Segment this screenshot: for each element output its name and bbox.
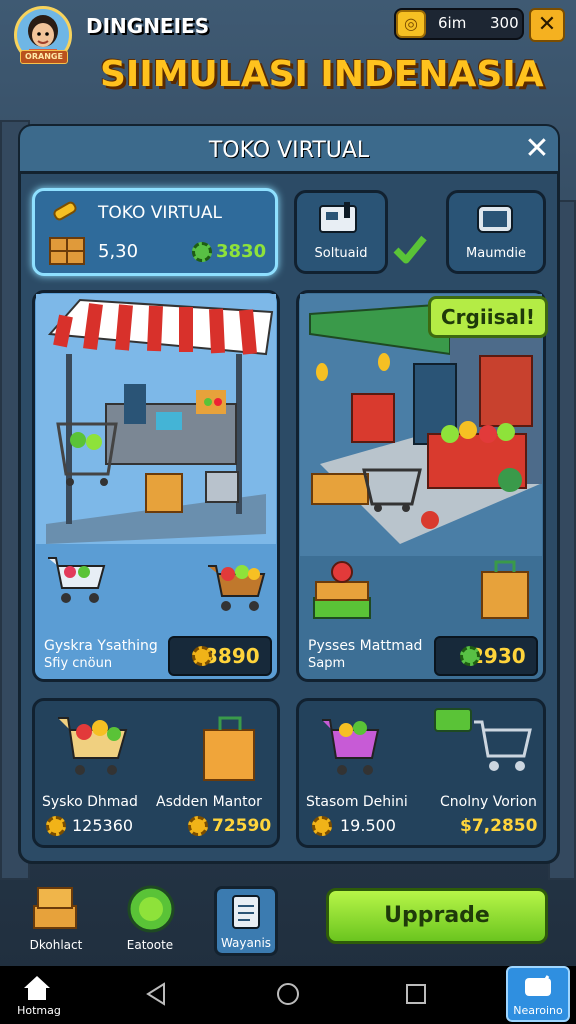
coin-icon — [46, 816, 66, 836]
nav-right-label: Nearoino — [513, 1004, 563, 1017]
currency-b-value: 300 — [490, 14, 519, 32]
cart-icon — [48, 557, 106, 603]
btn-dkohlact-label[interactable]: Dkohlact — [16, 938, 96, 952]
shop1-price: 3890 — [168, 636, 272, 676]
shop1-name-line2: Sfiy cnöun — [44, 656, 113, 671]
package-icon — [481, 560, 529, 619]
tab-soltuaid-label: Soltuaid — [314, 246, 368, 261]
green-face-icon[interactable] — [126, 884, 176, 934]
green-tag-icon — [434, 708, 472, 732]
item3-name: Stasom Dehini — [306, 794, 408, 810]
crate-icon — [49, 237, 85, 265]
item4-name: Cnolny Vorion — [440, 794, 537, 810]
recents-nav-icon[interactable] — [404, 982, 428, 1006]
item4-price: $7,2850 — [460, 816, 538, 836]
home-icon — [24, 976, 50, 1000]
game-controller-icon — [525, 975, 551, 996]
shop2-badge: Crgiisal! — [428, 296, 548, 338]
top-bar: ORANGE DINGNEIES ◎ 6im 300 ✕ SIIMULASI I… — [0, 0, 576, 110]
shop1-name-line1: Gyskra Ysathing — [44, 638, 158, 654]
selected-card-value-b: 3830 — [216, 241, 267, 262]
item3-price: 19.500 — [340, 816, 396, 835]
key-icon — [53, 201, 77, 221]
btn-eatoote-label[interactable]: Eatoote — [110, 938, 190, 952]
shop2-name-line1: Pysses Mattmad — [308, 638, 423, 654]
green-gear-icon — [192, 242, 212, 262]
clipboard-icon — [232, 895, 260, 929]
item-box-icon[interactable] — [198, 714, 262, 784]
tab-maumdie-label: Maumdie — [466, 246, 526, 261]
crate-stack-icon[interactable] — [30, 884, 80, 932]
item1-name: Sysko Dhmad — [42, 794, 138, 810]
shop2-name-line2: Sapm — [308, 656, 346, 671]
gold-gear-icon — [192, 646, 212, 666]
item2-name: Asdden Mantor — [156, 794, 262, 810]
home-label: Hotmag — [17, 1004, 61, 1017]
btn-wayanis-label: Wayanis — [220, 936, 272, 950]
game-title: SIIMULASI INDENASIA — [100, 54, 544, 95]
currency-a-value: 6im — [438, 14, 467, 32]
top-close-button[interactable]: ✕ — [529, 8, 565, 42]
upgrade-button[interactable]: Upprade — [326, 888, 548, 944]
market-stall-illustration — [36, 294, 276, 544]
item-cart-icon[interactable] — [318, 714, 382, 780]
item-cart-icon[interactable] — [54, 712, 130, 780]
item1-price: 125360 — [72, 816, 134, 835]
empty-cart-icon[interactable] — [470, 716, 534, 776]
home-nav-icon[interactable] — [276, 982, 300, 1006]
selected-card-value-a: 5,30 — [98, 241, 139, 262]
panel-close-button[interactable]: ✕ — [520, 133, 554, 167]
back-nav-icon[interactable] — [144, 982, 168, 1006]
check-icon — [393, 235, 427, 264]
cart-produce-icon — [208, 565, 266, 611]
panel-title: TOKO VIRTUAL — [208, 138, 370, 163]
player-name: DINGNEIES — [86, 14, 210, 38]
shop2-price: 2930 — [434, 636, 538, 676]
item2-price: 72590 — [212, 816, 272, 836]
screen-icon — [477, 205, 513, 233]
selected-card-title: TOKO VIRTUAL — [98, 203, 222, 223]
green-gear-icon — [460, 646, 480, 666]
stacked-goods-icon — [313, 561, 371, 619]
gold-gear-icon — [188, 816, 208, 836]
coin-icon — [312, 816, 332, 836]
register-icon — [319, 202, 357, 233]
avatar-tag: ORANGE — [20, 50, 68, 64]
coin-icon: ◎ — [396, 10, 426, 38]
